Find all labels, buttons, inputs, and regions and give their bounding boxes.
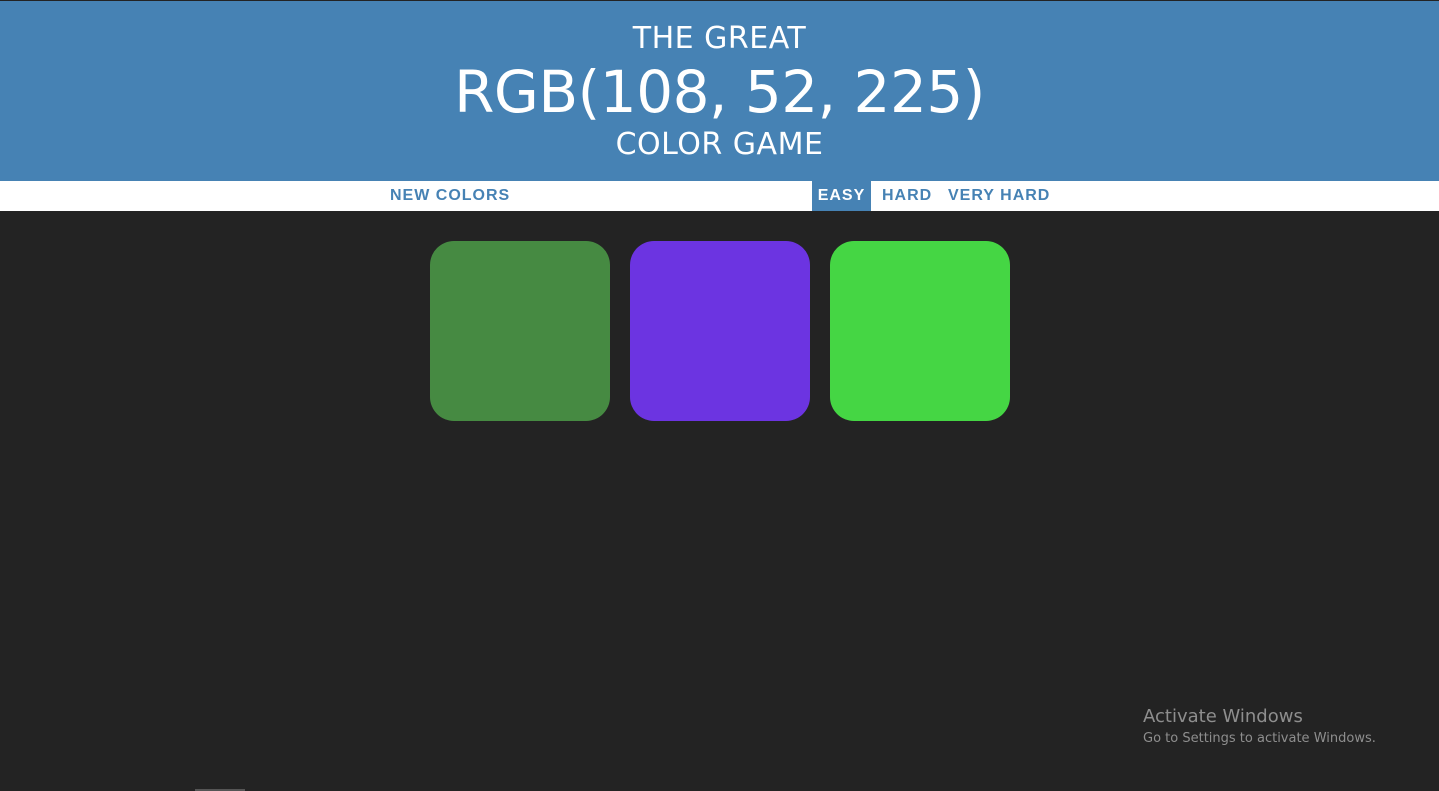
very-hard-mode-button[interactable]: VERY HARD xyxy=(942,181,1056,211)
control-stripe: NEW COLORS EASY HARD VERY HARD xyxy=(0,181,1439,211)
easy-mode-button[interactable]: EASY xyxy=(812,181,871,211)
new-colors-button[interactable]: NEW COLORS xyxy=(384,181,516,211)
title-the-great: THE GREAT xyxy=(632,21,807,56)
target-rgb-display: RGB(108, 52, 225) xyxy=(454,58,985,126)
color-square-3[interactable] xyxy=(830,241,1010,421)
watermark-title: Activate Windows xyxy=(1143,706,1303,727)
color-game-page: THE GREAT RGB(108, 52, 225) COLOR GAME N… xyxy=(0,0,1439,791)
color-square-1[interactable] xyxy=(430,241,610,421)
watermark-subtitle: Go to Settings to activate Windows. xyxy=(1143,731,1376,746)
title-color-game: COLOR GAME xyxy=(615,127,824,162)
windows-activation-watermark: Activate Windows Go to Settings to activ… xyxy=(1143,706,1376,750)
status-message xyxy=(560,181,800,211)
hard-mode-button[interactable]: HARD xyxy=(876,181,938,211)
color-square-2[interactable] xyxy=(630,241,810,421)
game-header: THE GREAT RGB(108, 52, 225) COLOR GAME xyxy=(0,1,1439,181)
